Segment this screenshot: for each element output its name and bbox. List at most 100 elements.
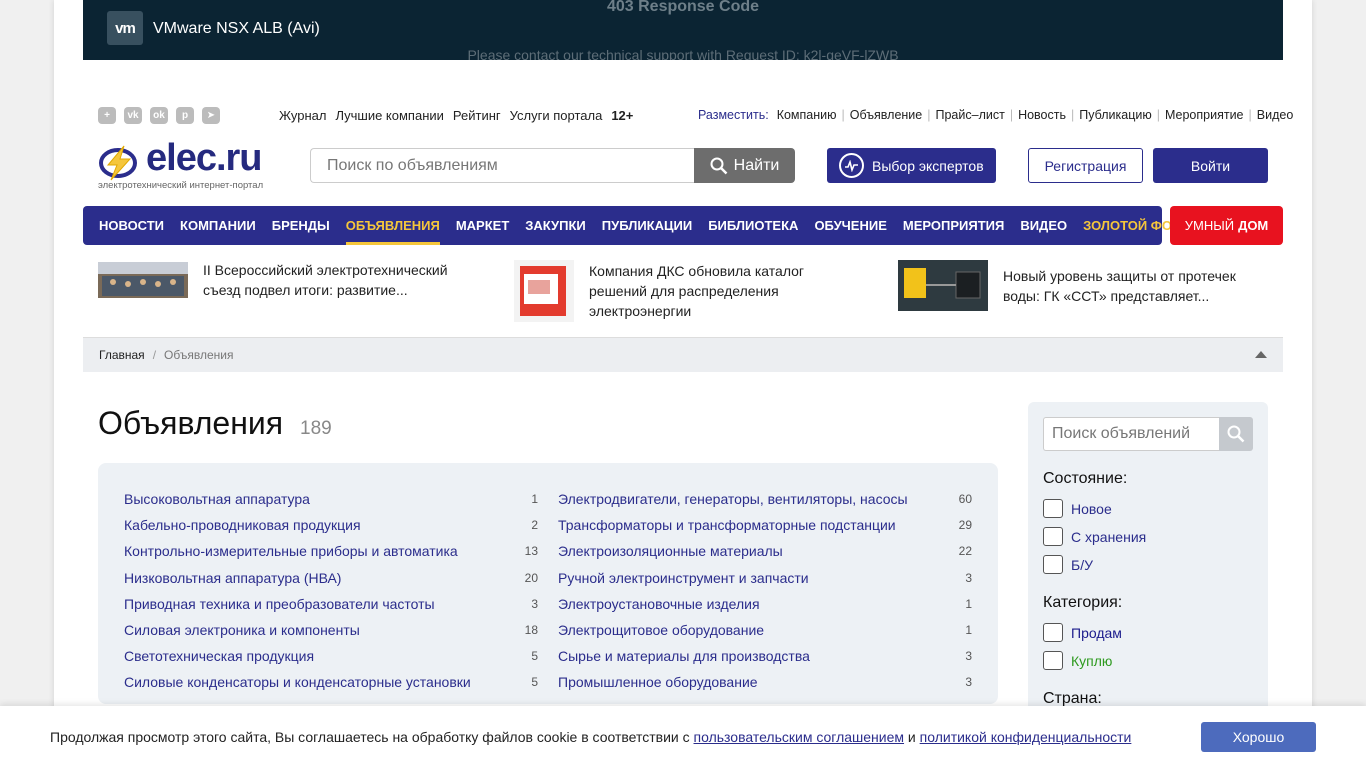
- breadcrumb-separator: /: [152, 348, 157, 362]
- category-item[interactable]: Высоковольтная аппаратура 1: [124, 486, 538, 512]
- nav-education[interactable]: ОБУЧЕНИЕ: [814, 206, 886, 245]
- category-item[interactable]: Контрольно-измерительные приборы и автом…: [124, 538, 538, 564]
- social-icons: + vk ok p ➤: [98, 107, 220, 124]
- page-title: Объявления: [98, 405, 284, 441]
- category-item[interactable]: Кабельно-проводниковая продукция 2: [124, 512, 538, 538]
- category-item[interactable]: Трансформаторы и трансформаторные подста…: [558, 512, 972, 538]
- page-container: 403 Response Code vm VMware NSX ALB (Avi…: [54, 0, 1312, 768]
- news-thumbnail: [514, 260, 574, 322]
- logo-wordmark: elec.ru: [146, 137, 263, 179]
- place-ad[interactable]: Объявление: [850, 108, 923, 122]
- register-button[interactable]: Регистрация: [1028, 148, 1143, 183]
- news-thumbnail: [898, 260, 988, 311]
- experts-button[interactable]: Выбор экспертов: [827, 148, 996, 183]
- category-item[interactable]: Низковольтная аппаратура (НВА) 20: [124, 565, 538, 591]
- nav-library[interactable]: БИБЛИОТЕКА: [708, 206, 798, 245]
- experts-icon: [839, 153, 864, 178]
- place-publication[interactable]: Публикацию: [1079, 108, 1151, 122]
- smart-home-label-a: УМНЫЙ: [1184, 218, 1235, 233]
- category-item[interactable]: Электрощитовое оборудование 1: [558, 617, 972, 643]
- nav-market[interactable]: МАРКЕТ: [456, 206, 509, 245]
- age-rating: 12+: [611, 108, 634, 123]
- logo-subtitle: электротехнический интернет-портал: [98, 180, 264, 191]
- search-input[interactable]: [310, 148, 696, 183]
- smart-home-button[interactable]: УМНЫЙ ДОМ: [1170, 206, 1283, 245]
- nav-video[interactable]: ВИДЕО: [1020, 206, 1067, 245]
- news-item[interactable]: II Всероссийский электротехнический съез…: [98, 260, 463, 300]
- vmware-banner: 403 Response Code vm VMware NSX ALB (Avi…: [83, 0, 1283, 60]
- top-links: Журнал Лучшие компании Рейтинг Услуги по…: [279, 108, 633, 123]
- ok-icon[interactable]: ok: [150, 107, 168, 124]
- nav-ads[interactable]: ОБЪЯВЛЕНИЯ: [345, 206, 440, 245]
- privacy-policy-link[interactable]: политикой конфиденциальности: [920, 729, 1132, 745]
- nav-brands[interactable]: БРЕНДЫ: [272, 206, 330, 245]
- category-item[interactable]: Электроизоляционные материалы 22: [558, 538, 972, 564]
- news-title: Новый уровень защиты от протечек воды: Г…: [1003, 267, 1236, 304]
- state-used-checkbox[interactable]: Б/У: [1043, 555, 1093, 574]
- place-event[interactable]: Мероприятие: [1165, 108, 1244, 122]
- category-heading: Категория:: [1043, 594, 1123, 611]
- news-item[interactable]: Новый уровень защиты от протечек воды: Г…: [898, 260, 1263, 311]
- category-item[interactable]: Приводная техника и преобразователи част…: [124, 591, 538, 617]
- top-link-journal[interactable]: Журнал: [279, 108, 326, 123]
- header-search: Найти: [310, 148, 795, 183]
- login-button[interactable]: Войти: [1153, 148, 1268, 183]
- pinterest-icon[interactable]: p: [176, 107, 194, 124]
- collapse-arrow-icon[interactable]: [1255, 351, 1267, 358]
- category-item[interactable]: Силовая электроника и компоненты 18: [124, 617, 538, 643]
- place-price[interactable]: Прайс–лист: [936, 108, 1005, 122]
- breadcrumb-home[interactable]: Главная: [99, 348, 145, 362]
- error-text: Please contact our technical support wit…: [467, 47, 899, 60]
- plus-icon[interactable]: +: [98, 107, 116, 124]
- top-link-rating[interactable]: Рейтинг: [453, 108, 501, 123]
- categories-left-column: Высоковольтная аппаратура 1 Кабельно-пров…: [124, 486, 538, 696]
- top-link-best-companies[interactable]: Лучшие компании: [335, 108, 443, 123]
- category-item[interactable]: Электроустановочные изделия 1: [558, 591, 972, 617]
- top-link-services[interactable]: Услуги портала: [510, 108, 603, 123]
- nav-events[interactable]: МЕРОПРИЯТИЯ: [903, 206, 1004, 245]
- category-item[interactable]: Сырье и материалы для производства 3: [558, 643, 972, 669]
- smart-home-label-b: ДОМ: [1238, 218, 1269, 233]
- vk-icon[interactable]: vk: [124, 107, 142, 124]
- category-item[interactable]: Электродвигатели, генераторы, вентилятор…: [558, 486, 972, 512]
- breadcrumb: Главная / Объявления: [83, 337, 1283, 372]
- place-video[interactable]: Видео: [1257, 108, 1294, 122]
- place-company[interactable]: Компанию: [777, 108, 837, 122]
- vmware-title: VMware NSX ALB (Avi): [153, 20, 320, 37]
- nav-companies[interactable]: КОМПАНИИ: [180, 206, 256, 245]
- cookie-text: Продолжая просмотр этого сайта, Вы согла…: [50, 729, 1132, 745]
- category-item[interactable]: Ручной электроинструмент и запчасти 3: [558, 565, 972, 591]
- news-thumbnail: [98, 262, 188, 298]
- news-item[interactable]: Компания ДКС обновила каталог решений дл…: [514, 260, 829, 322]
- category-item[interactable]: Силовые конденсаторы и конденсаторные ус…: [124, 669, 538, 695]
- state-heading: Состояние:: [1043, 470, 1128, 487]
- experts-label: Выбор экспертов: [872, 157, 984, 174]
- nav-purchases[interactable]: ЗАКУПКИ: [525, 206, 586, 245]
- ads-search-button[interactable]: [1219, 417, 1253, 451]
- user-agreement-link[interactable]: пользовательским соглашением: [694, 729, 905, 745]
- ads-search-input[interactable]: [1043, 417, 1220, 451]
- buy-checkbox[interactable]: Куплю: [1043, 651, 1112, 670]
- category-item[interactable]: Промышленное оборудование 3: [558, 669, 972, 695]
- categories-right-column: Электродвигатели, генераторы, вентилятор…: [558, 486, 972, 696]
- category-item[interactable]: Светотехническая продукция 5: [124, 643, 538, 669]
- place-news[interactable]: Новость: [1018, 108, 1066, 122]
- nav-news[interactable]: НОВОСТИ: [99, 206, 164, 245]
- news-title: Компания ДКС обновила каталог решений дл…: [589, 263, 805, 319]
- state-stored-checkbox[interactable]: С хранения: [1043, 527, 1146, 546]
- search-icon: [710, 157, 728, 174]
- state-new-checkbox[interactable]: Новое: [1043, 499, 1112, 518]
- error-title: 403 Response Code: [606, 0, 760, 15]
- cookie-accept-button[interactable]: Хорошо: [1201, 722, 1316, 752]
- search-button[interactable]: Найти: [694, 148, 795, 183]
- place-links: Разместить: Компанию | Объявление | Прайс–…: [698, 108, 1294, 122]
- search-button-label: Найти: [733, 156, 780, 174]
- site-logo[interactable]: elec.ru электротехнический интернет-порт…: [98, 137, 283, 191]
- vmware-logo: vm: [107, 11, 143, 45]
- search-icon: [1227, 425, 1245, 443]
- sell-checkbox[interactable]: Продам: [1043, 623, 1122, 642]
- telegram-icon[interactable]: ➤: [202, 107, 220, 124]
- nav-publications[interactable]: ПУБЛИКАЦИИ: [602, 206, 692, 245]
- breadcrumb-current: Объявления: [164, 348, 234, 362]
- lightning-icon: [99, 145, 137, 181]
